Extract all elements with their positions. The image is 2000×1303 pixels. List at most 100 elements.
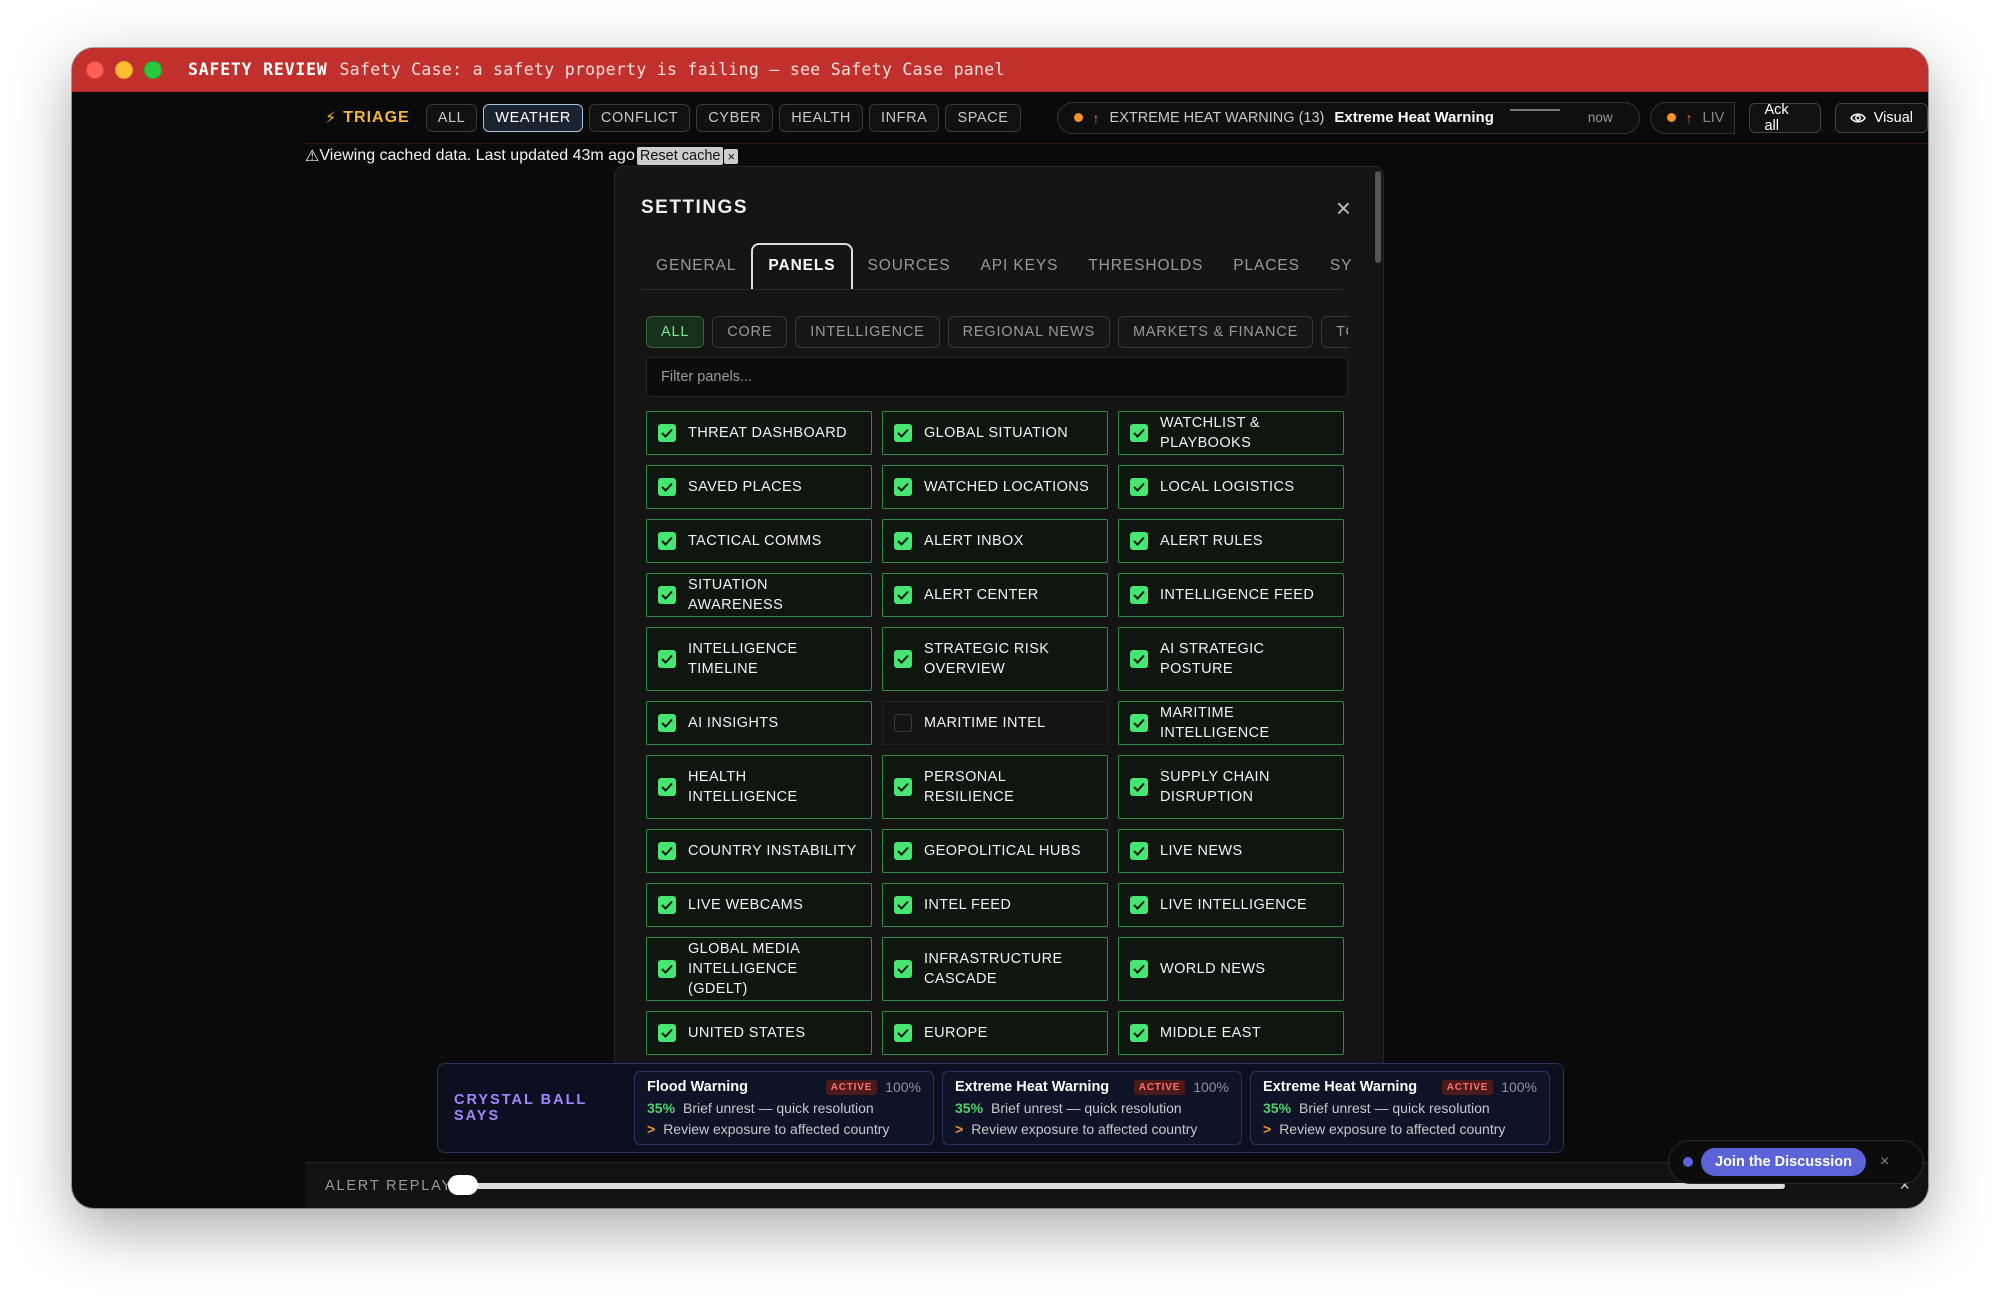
- minimize-window-button[interactable]: [115, 60, 133, 79]
- close-window-button[interactable]: [86, 60, 104, 79]
- panel-toggle[interactable]: LOCAL LOGISTICS: [1118, 465, 1344, 509]
- checkbox-checked-icon[interactable]: [1130, 896, 1148, 914]
- checkbox-checked-icon[interactable]: [894, 424, 912, 442]
- chip-all[interactable]: ALL: [646, 316, 705, 348]
- panel-toggle[interactable]: INFRASTRUCTURE CASCADE: [882, 937, 1108, 1001]
- panel-toggle[interactable]: MARITIME INTELLIGENCE: [1118, 701, 1344, 745]
- tab-system[interactable]: SYSTEM: [1315, 257, 1351, 289]
- join-discussion-button[interactable]: Join the Discussion: [1701, 1148, 1866, 1176]
- checkbox-checked-icon[interactable]: [1130, 778, 1148, 796]
- panel-toggle[interactable]: THREAT DASHBOARD: [646, 411, 872, 455]
- close-icon[interactable]: ×: [1336, 195, 1351, 221]
- triage-tab-infra[interactable]: INFRA: [868, 103, 940, 132]
- panel-toggle[interactable]: SUPPLY CHAIN DISRUPTION: [1118, 755, 1344, 819]
- checkbox-checked-icon[interactable]: [894, 1024, 912, 1042]
- visual-button[interactable]: Visual: [1834, 102, 1928, 133]
- live-ticker[interactable]: ↑ LIV: [1649, 101, 1736, 134]
- prediction-card[interactable]: Flood Warning ACTIVE 100% 35% Brief unrest —…: [634, 1071, 934, 1145]
- panel-toggle[interactable]: AI STRATEGIC POSTURE: [1118, 627, 1344, 691]
- tab-api-keys[interactable]: API KEYS: [965, 257, 1073, 289]
- prediction-card[interactable]: Extreme Heat Warning ACTIVE 100% 35% Brief u…: [1250, 1071, 1550, 1145]
- checkbox-checked-icon[interactable]: [894, 532, 912, 550]
- checkbox-checked-icon[interactable]: [658, 650, 676, 668]
- panel-toggle[interactable]: LIVE INTELLIGENCE: [1118, 883, 1344, 927]
- chip-markets-finance[interactable]: MARKETS & FINANCE: [1117, 316, 1314, 348]
- panel-toggle[interactable]: STRATEGIC RISK OVERVIEW: [882, 627, 1108, 691]
- checkbox-checked-icon[interactable]: [1130, 842, 1148, 860]
- triage-tab-weather[interactable]: WEATHER: [483, 103, 583, 132]
- reset-cache-button[interactable]: Reset cache: [636, 147, 724, 165]
- checkbox-checked-icon[interactable]: [1130, 1024, 1148, 1042]
- checkbox-checked-icon[interactable]: [1130, 650, 1148, 668]
- panel-toggle[interactable]: WATCHED LOCATIONS: [882, 465, 1108, 509]
- panel-toggle[interactable]: AI INSIGHTS: [646, 701, 872, 745]
- panel-toggle[interactable]: MARITIME INTEL: [882, 701, 1108, 745]
- checkbox-unchecked-icon[interactable]: [894, 714, 912, 732]
- checkbox-checked-icon[interactable]: [894, 896, 912, 914]
- checkbox-checked-icon[interactable]: [894, 778, 912, 796]
- replay-slider-handle[interactable]: [448, 1175, 478, 1195]
- checkbox-checked-icon[interactable]: [894, 960, 912, 978]
- replay-track[interactable]: [455, 1183, 1785, 1189]
- panel-toggle[interactable]: HEALTH INTELLIGENCE: [646, 755, 872, 819]
- panel-toggle[interactable]: EUROPE: [882, 1011, 1108, 1055]
- checkbox-checked-icon[interactable]: [1130, 586, 1148, 604]
- checkbox-checked-icon[interactable]: [1130, 714, 1148, 732]
- tab-panels[interactable]: PANELS: [751, 243, 853, 289]
- checkbox-checked-icon[interactable]: [658, 478, 676, 496]
- checkbox-checked-icon[interactable]: [1130, 424, 1148, 442]
- panel-toggle[interactable]: INTELLIGENCE FEED: [1118, 573, 1344, 617]
- triage-tab-conflict[interactable]: CONFLICT: [588, 103, 691, 132]
- panel-toggle[interactable]: ALERT INBOX: [882, 519, 1108, 563]
- checkbox-checked-icon[interactable]: [1130, 478, 1148, 496]
- checkbox-checked-icon[interactable]: [894, 586, 912, 604]
- panel-toggle[interactable]: LIVE WEBCAMS: [646, 883, 872, 927]
- chip-tools[interactable]: TOOLS: [1321, 316, 1348, 348]
- panel-toggle[interactable]: UNITED STATES: [646, 1011, 872, 1055]
- panel-toggle[interactable]: GLOBAL SITUATION: [882, 411, 1108, 455]
- panel-toggle[interactable]: INTEL FEED: [882, 883, 1108, 927]
- triage-tab-cyber[interactable]: CYBER: [696, 103, 774, 132]
- dismiss-cached-button[interactable]: ×: [724, 148, 739, 164]
- checkbox-checked-icon[interactable]: [658, 532, 676, 550]
- tab-places[interactable]: PLACES: [1218, 257, 1315, 289]
- triage-tab-health[interactable]: HEALTH: [779, 103, 863, 132]
- panel-toggle[interactable]: SITUATION AWARENESS: [646, 573, 872, 617]
- panel-toggle[interactable]: GLOBAL MEDIA INTELLIGENCE (GDELT): [646, 937, 872, 1001]
- chip-regional-news[interactable]: REGIONAL NEWS: [947, 316, 1110, 348]
- checkbox-checked-icon[interactable]: [658, 1024, 676, 1042]
- panel-toggle[interactable]: PERSONAL RESILIENCE: [882, 755, 1108, 819]
- checkbox-checked-icon[interactable]: [658, 714, 676, 732]
- panel-toggle[interactable]: ALERT CENTER: [882, 573, 1108, 617]
- checkbox-checked-icon[interactable]: [658, 960, 676, 978]
- tab-general[interactable]: GENERAL: [641, 257, 751, 289]
- checkbox-checked-icon[interactable]: [894, 842, 912, 860]
- panel-toggle[interactable]: TACTICAL COMMS: [646, 519, 872, 563]
- checkbox-checked-icon[interactable]: [894, 650, 912, 668]
- checkbox-checked-icon[interactable]: [658, 842, 676, 860]
- checkbox-checked-icon[interactable]: [894, 478, 912, 496]
- panel-toggle[interactable]: SAVED PLACES: [646, 465, 872, 509]
- maximize-window-button[interactable]: [144, 60, 162, 79]
- panel-toggle[interactable]: WORLD NEWS: [1118, 937, 1344, 1001]
- chip-intelligence[interactable]: INTELLIGENCE: [795, 316, 940, 348]
- close-discussion-button[interactable]: ×: [1880, 1153, 1889, 1171]
- checkbox-checked-icon[interactable]: [1130, 532, 1148, 550]
- panel-toggle[interactable]: LIVE NEWS: [1118, 829, 1344, 873]
- checkbox-checked-icon[interactable]: [1130, 960, 1148, 978]
- checkbox-checked-icon[interactable]: [658, 778, 676, 796]
- prediction-card[interactable]: Extreme Heat Warning ACTIVE 100% 35% Brief u…: [942, 1071, 1242, 1145]
- tab-thresholds[interactable]: THRESHOLDS: [1073, 257, 1218, 289]
- panel-toggle[interactable]: MIDDLE EAST: [1118, 1011, 1344, 1055]
- triage-tab-space[interactable]: SPACE: [945, 103, 1021, 132]
- checkbox-checked-icon[interactable]: [658, 896, 676, 914]
- modal-scrollbar[interactable]: [1375, 171, 1381, 263]
- panel-toggle[interactable]: COUNTRY INSTABILITY: [646, 829, 872, 873]
- panel-toggle[interactable]: GEOPOLITICAL HUBS: [882, 829, 1108, 873]
- triage-tab-all[interactable]: ALL: [425, 103, 478, 132]
- checkbox-checked-icon[interactable]: [658, 586, 676, 604]
- panel-toggle[interactable]: ALERT RULES: [1118, 519, 1344, 563]
- panel-toggle[interactable]: INTELLIGENCE TIMELINE: [646, 627, 872, 691]
- filter-panels-input[interactable]: [646, 357, 1348, 397]
- ack-all-button[interactable]: Ack all: [1749, 102, 1821, 134]
